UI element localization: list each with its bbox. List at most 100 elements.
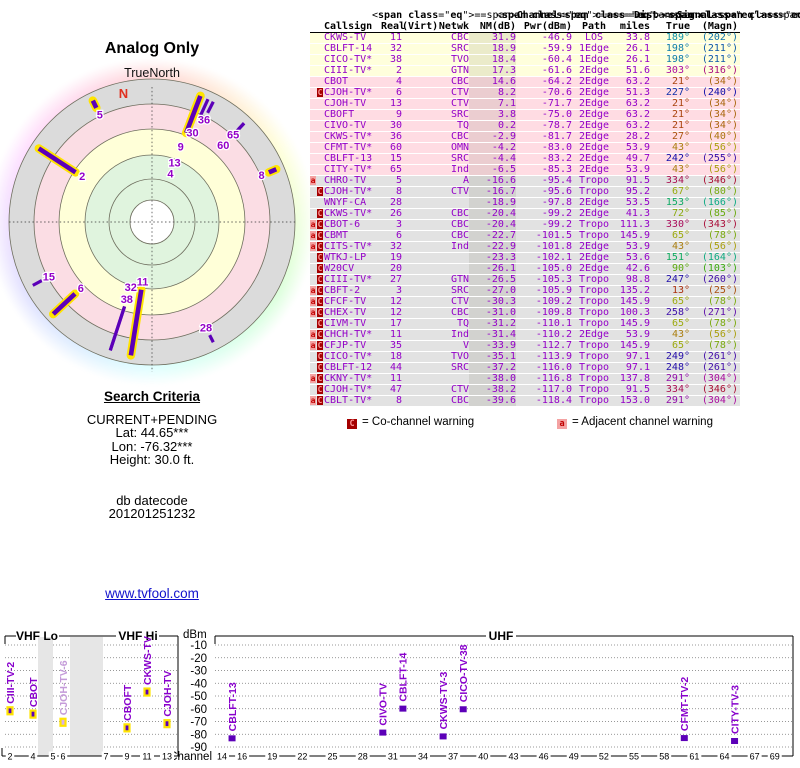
cell-path: 2Edge (572, 66, 616, 76)
cell-true: 189° (650, 33, 690, 43)
cell-virt (402, 220, 432, 230)
cell-true: 65° (650, 341, 690, 351)
cell-netwk (432, 198, 469, 208)
cell-magn: (34°) (690, 121, 738, 131)
cell-path: 2Edge (572, 110, 616, 120)
cell-path: Tropo (572, 396, 616, 406)
cell-virt (402, 385, 432, 395)
search-criteria-title: Search Criteria (52, 390, 252, 404)
cell-miles: 91.5 (616, 385, 650, 395)
cell-miles: 51.6 (616, 66, 650, 76)
cell-callsign: CITS-TV* (324, 242, 381, 252)
y-tick-label: -50 (190, 691, 207, 703)
cell-pwr: Pwr(dBm) (516, 21, 572, 32)
y-tick-label: -10 (190, 640, 207, 652)
cell-true: 334° (650, 176, 690, 186)
signal-level-chart: VHF LoVHF HiUHFdBm-10-20-30-40-50-60-70-… (0, 618, 800, 768)
adjacent-channel-warning-icon: a (310, 396, 316, 405)
cell-true: 242° (650, 154, 690, 164)
signal-bar-label: CBLFT-13 (227, 682, 239, 731)
cell-netwk (432, 253, 469, 263)
cell-path: Tropo (572, 176, 616, 186)
y-tick-label: -30 (190, 666, 207, 678)
y-tick-label: -20 (190, 653, 207, 665)
cell-warn: aC (310, 242, 324, 252)
cell-virt (402, 231, 432, 241)
cell-pwr: -70.6 (516, 88, 572, 98)
cell-warn (310, 55, 324, 65)
adjacent-channel-warning-icon: a (310, 297, 316, 306)
cell-callsign: CBOT-6 (324, 220, 381, 230)
cell-path: Tropo (572, 385, 616, 395)
spacer (52, 467, 252, 494)
cell-nm: -4.4 (469, 154, 516, 164)
cell-pwr: -116.8 (516, 374, 572, 384)
band-gap (38, 637, 53, 756)
cell-pwr: -61.6 (516, 66, 572, 76)
cell-magn: (261°) (690, 363, 738, 373)
cell-real: 36 (381, 132, 402, 142)
cell-netwk: A (432, 176, 469, 186)
cell-path: Path (572, 21, 616, 32)
cell-magn: (80°) (690, 187, 738, 197)
site-link-wrap: www.tvfool.com (2, 586, 302, 601)
cell-netwk: GTN (432, 275, 469, 285)
cell-callsign: CIVM-TV (324, 319, 381, 329)
cell-real: 15 (381, 154, 402, 164)
x-tick-label: 13 (162, 752, 172, 762)
cell-callsign: CFMT-TV* (324, 143, 381, 153)
cell-magn: (304°) (690, 374, 738, 384)
cell-nm: 18.9 (469, 44, 516, 54)
cell-true: 43° (650, 165, 690, 175)
cell-warn (310, 33, 324, 43)
db-datecode-value: 201201251232 (52, 507, 252, 521)
cell-pwr: -110.2 (516, 330, 572, 340)
cell-pwr: -95.4 (516, 176, 572, 186)
cell-warn (310, 154, 324, 164)
cell-netwk: CBC (432, 77, 469, 87)
x-axis-title: Channel (169, 751, 212, 763)
cell-nm: -31.0 (469, 308, 516, 318)
cell-virt (402, 275, 432, 285)
signal-bar-CITY-TV-3 (731, 738, 738, 744)
cell-warn: a (310, 176, 324, 186)
cell-netwk: SRC (432, 110, 469, 120)
signal-bar-CKWS-TV (145, 689, 150, 696)
radar-bar-ch-5 (93, 101, 97, 108)
cell-real: 3 (381, 286, 402, 296)
cell-pwr: -83.2 (516, 154, 572, 164)
table-group-azimuth: <span class="eq">==span>Azimuth<span cla… (663, 10, 800, 21)
cell-path: 2Edge (572, 99, 616, 109)
signal-bar-label: CKWS-TV-3 (438, 672, 450, 730)
cell-magn: (211°) (690, 55, 738, 65)
cell-real: 9 (381, 110, 402, 120)
cell-miles: 97.1 (616, 363, 650, 373)
adjacent-channel-warning-icon: a (310, 242, 316, 251)
cell-path: Tropo (572, 187, 616, 197)
station-row: aCCBLT-TV*8CBC-39.6-118.4Tropo153.0291°(… (310, 396, 740, 407)
cell-nm: -31.2 (469, 319, 516, 329)
cell-true: 21° (650, 121, 690, 131)
cell-netwk: CTV (432, 385, 469, 395)
cell-netwk: CBC (432, 396, 469, 406)
signal-bar-label: CBLFT-14 (398, 652, 410, 701)
cell-netwk: SRC (432, 286, 469, 296)
cell-virt (402, 121, 432, 131)
signal-bar-label: CJOH-TV (162, 671, 174, 717)
cell-nm: 3.8 (469, 110, 516, 120)
cell-miles: 145.9 (616, 319, 650, 329)
cell-nm: -22.7 (469, 231, 516, 241)
radar-bar-ch-8 (269, 169, 276, 172)
tvfool-link[interactable]: www.tvfool.com (105, 586, 199, 601)
cell-real: 26 (381, 209, 402, 219)
cell-path: LOS (572, 33, 616, 43)
cell-pwr: -59.9 (516, 44, 572, 54)
co-channel-warning-icon: C (317, 286, 323, 295)
cell-true: 43° (650, 330, 690, 340)
cell-virt (402, 176, 432, 186)
cell-warn: aC (310, 308, 324, 318)
cell-callsign: CBMT (324, 231, 381, 241)
cell-netwk: CBC (432, 132, 469, 142)
cell-nm: -38.0 (469, 374, 516, 384)
cell-nm: -33.9 (469, 341, 516, 351)
